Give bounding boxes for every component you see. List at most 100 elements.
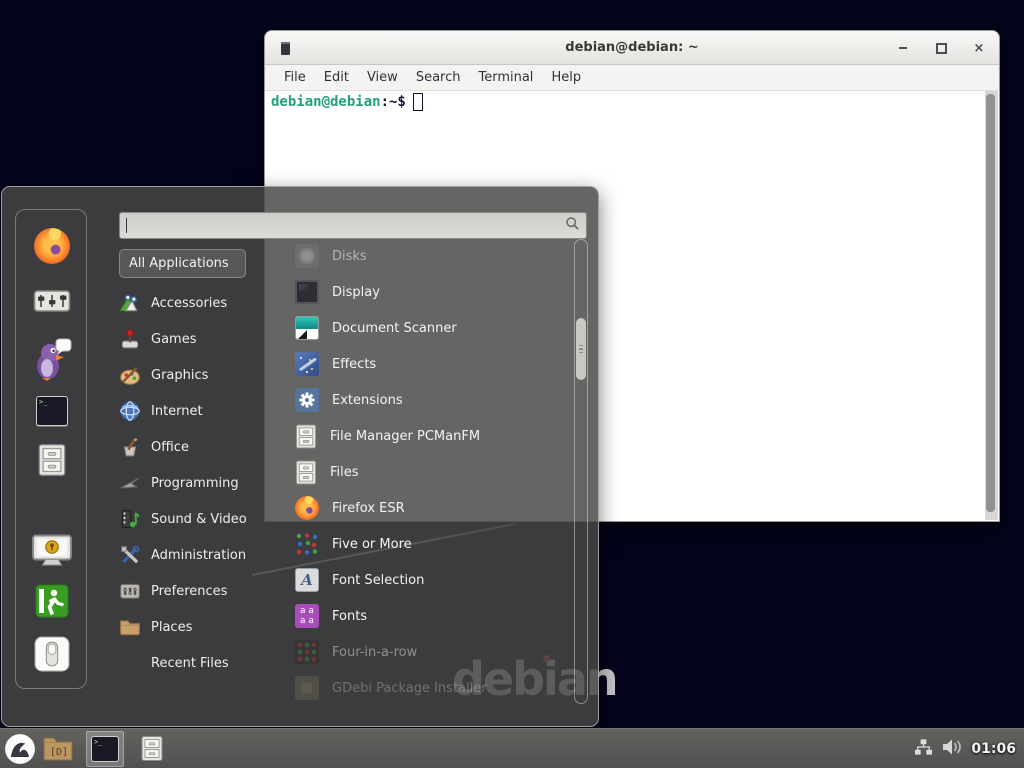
- favorite-file-manager[interactable]: [16, 442, 88, 478]
- menu-help[interactable]: Help: [542, 70, 590, 85]
- svg-text:[D]: [D]: [50, 747, 68, 758]
- applications-menu-button[interactable]: [0, 731, 40, 767]
- effects-icon: [295, 352, 319, 376]
- category-label: Recent Files: [151, 656, 229, 671]
- app-label: Effects: [332, 357, 376, 372]
- category-recent-files[interactable]: Recent Files: [119, 645, 269, 681]
- terminal-task-button[interactable]: [86, 731, 124, 767]
- categories-list: All Applications Accessories Games Graph…: [119, 249, 269, 681]
- terminal-icon: [91, 736, 119, 762]
- favorite-firefox[interactable]: [16, 228, 88, 264]
- app-label: Disks: [332, 249, 367, 264]
- taskbar: [D] 01:06: [0, 728, 1024, 768]
- fonts-icon: a aa a: [295, 604, 319, 628]
- network-icon[interactable]: [914, 738, 933, 760]
- favorite-lock-screen[interactable]: [16, 534, 88, 568]
- app-gdebi[interactable]: GDebi Package Installer: [288, 670, 570, 704]
- app-label: File Manager PCManFM: [330, 429, 480, 444]
- app-font-selection[interactable]: A Font Selection: [288, 562, 570, 598]
- sound-video-icon: [119, 508, 141, 530]
- category-sound-video[interactable]: Sound & Video: [119, 501, 269, 537]
- category-graphics[interactable]: Graphics: [119, 357, 269, 393]
- category-programming[interactable]: Programming: [119, 465, 269, 501]
- menu-view[interactable]: View: [358, 70, 407, 85]
- favorite-log-out[interactable]: [16, 584, 88, 618]
- app-display[interactable]: Display: [288, 274, 570, 310]
- menu-search[interactable]: Search: [407, 70, 470, 85]
- category-spacer: [119, 652, 141, 674]
- administration-icon: [119, 544, 141, 566]
- firefox-icon: [34, 228, 70, 264]
- app-files[interactable]: Files: [288, 454, 570, 490]
- category-label: All Applications: [129, 256, 229, 271]
- favorite-mixer[interactable]: [16, 286, 88, 316]
- category-administration[interactable]: Administration: [119, 537, 269, 573]
- app-fonts[interactable]: a aa a Fonts: [288, 598, 570, 634]
- menu-scrollbar-track[interactable]: [574, 239, 588, 704]
- volume-icon[interactable]: [941, 738, 963, 760]
- graphics-icon: [119, 364, 141, 386]
- display-icon: [295, 280, 319, 304]
- preferences-icon: [119, 580, 141, 602]
- programming-icon: [119, 472, 141, 494]
- app-four-in-a-row[interactable]: Four-in-a-row: [288, 634, 570, 670]
- app-effects[interactable]: Effects: [288, 346, 570, 382]
- category-office[interactable]: Office: [119, 429, 269, 465]
- terminal-scrollbar-thumb[interactable]: [986, 94, 995, 512]
- category-places[interactable]: Places: [119, 609, 269, 645]
- app-firefox-esr[interactable]: Firefox ESR: [288, 490, 570, 526]
- app-file-manager-pcmanfm[interactable]: File Manager PCManFM: [288, 418, 570, 454]
- maximize-icon[interactable]: [933, 40, 949, 56]
- firefox-icon: [295, 496, 319, 520]
- search-input[interactable]: [119, 212, 587, 239]
- prompt-suffix: :~$: [381, 94, 406, 110]
- menu-swirl-icon: [4, 733, 36, 765]
- gdebi-icon: [295, 676, 319, 700]
- terminal-icon: [36, 396, 68, 426]
- menu-file[interactable]: File: [275, 70, 315, 85]
- font-selection-icon: A: [295, 568, 319, 592]
- category-preferences[interactable]: Preferences: [119, 573, 269, 609]
- terminal-title: debian@debian: ~: [265, 40, 999, 55]
- app-disks[interactable]: Disks: [288, 238, 570, 274]
- category-games[interactable]: Games: [119, 321, 269, 357]
- desktop: debian debian@debian: ~ × File Edit View…: [0, 0, 1024, 768]
- terminal-scrollbar-track[interactable]: [985, 91, 998, 520]
- category-label: Graphics: [151, 368, 208, 383]
- document-scanner-icon: [295, 316, 319, 340]
- minimize-icon[interactable]: [895, 40, 911, 56]
- app-label: Four-in-a-row: [332, 645, 417, 660]
- category-internet[interactable]: Internet: [119, 393, 269, 429]
- category-label: Office: [151, 440, 189, 455]
- menu-scrollbar-thumb[interactable]: [576, 318, 586, 380]
- file-manager-task-button[interactable]: [134, 731, 170, 767]
- app-label: Five or More: [332, 537, 412, 552]
- places-icon: [119, 616, 141, 638]
- menu-edit[interactable]: Edit: [315, 70, 358, 85]
- app-five-or-more[interactable]: Five or More: [288, 526, 570, 562]
- favorite-pidgin[interactable]: [16, 338, 88, 382]
- desktop-folder-button[interactable]: [D]: [40, 731, 76, 767]
- four-in-a-row-icon: [295, 640, 319, 664]
- app-label: Fonts: [332, 609, 367, 624]
- category-label: Administration: [151, 548, 246, 563]
- app-label: GDebi Package Installer: [332, 681, 487, 696]
- prompt-user-host: debian@debian: [271, 94, 381, 110]
- close-icon[interactable]: ×: [971, 40, 987, 56]
- category-accessories[interactable]: Accessories: [119, 285, 269, 321]
- file-cabinet-icon: [295, 460, 317, 485]
- app-extensions[interactable]: Extensions: [288, 382, 570, 418]
- text-caret: [126, 218, 127, 233]
- category-all-applications[interactable]: All Applications: [119, 249, 246, 278]
- category-label: Places: [151, 620, 192, 635]
- app-label: Display: [332, 285, 380, 300]
- favorite-shut-down[interactable]: [16, 636, 88, 672]
- category-label: Accessories: [151, 296, 227, 311]
- terminal-titlebar[interactable]: debian@debian: ~ ×: [265, 31, 999, 65]
- favorite-terminal[interactable]: [16, 396, 88, 426]
- app-label: Extensions: [332, 393, 403, 408]
- app-document-scanner[interactable]: Document Scanner: [288, 310, 570, 346]
- accessories-icon: [119, 292, 141, 314]
- category-label: Games: [151, 332, 196, 347]
- menu-terminal[interactable]: Terminal: [469, 70, 542, 85]
